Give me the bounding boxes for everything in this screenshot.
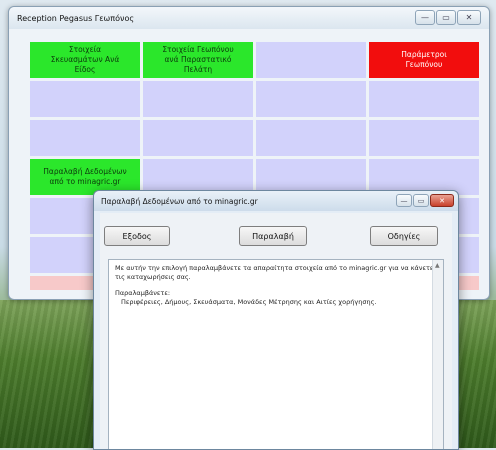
- info-text-line: τις καταχωρήσεις σας.: [115, 272, 191, 281]
- tile-empty[interactable]: [369, 81, 479, 117]
- tile-empty[interactable]: [256, 120, 366, 156]
- dialog-body: Εξοδος Παραλαβή Οδηγίες Με αυτήν την επι…: [100, 213, 452, 449]
- info-heading: Παραλαμβάνετε:: [115, 289, 171, 297]
- minimize-button[interactable]: —: [415, 10, 435, 25]
- info-items: Περιφέρειες, Δήμους, Σκευάσματα, Μονάδες…: [121, 297, 377, 306]
- close-button[interactable]: ✕: [457, 10, 481, 25]
- tile-label: Σκευασμάτων Ανά: [50, 55, 120, 64]
- tile-empty[interactable]: [30, 81, 140, 117]
- tile-label: Παράμετροι: [401, 50, 447, 59]
- receive-button[interactable]: Παραλαβή: [239, 226, 307, 246]
- tile-label: Πελάτη: [183, 65, 213, 74]
- tile-agronomist-parameters[interactable]: Παράμετροι Γεωπόνου: [369, 42, 479, 78]
- dialog-maximize-button[interactable]: ▭: [413, 194, 429, 207]
- maximize-button[interactable]: ▭: [436, 10, 456, 25]
- tile-label: από το minagric.gr: [49, 177, 121, 186]
- tile-label: Παραλαβή Δεδομένων: [43, 167, 127, 176]
- tile-product-data[interactable]: Στοιχεία Σκευασμάτων Ανά Είδος: [30, 42, 140, 78]
- tile-label: Είδος: [74, 65, 96, 74]
- tile-agronomist-data[interactable]: Στοιχεία Γεωπόνου ανά Παραστατικό Πελάτη: [143, 42, 253, 78]
- tile-empty[interactable]: [143, 120, 253, 156]
- tile-empty[interactable]: [143, 81, 253, 117]
- tile-empty[interactable]: [256, 81, 366, 117]
- tile-empty[interactable]: [256, 42, 366, 78]
- tile-empty[interactable]: [30, 120, 140, 156]
- info-text-line: Με αυτήν την επιλογή παραλαμβάνετε τα απ…: [115, 264, 434, 272]
- receive-data-dialog: Παραλαβή Δεδομένων από το minagric.gr — …: [93, 190, 459, 450]
- exit-button[interactable]: Εξοδος: [104, 226, 170, 246]
- dialog-title: Παραλαβή Δεδομένων από το minagric.gr: [101, 197, 258, 206]
- guide-button[interactable]: Οδηγίες: [370, 226, 438, 246]
- main-titlebar[interactable]: Reception Pegasus Γεωπόνος — ▭ ✕: [9, 7, 489, 29]
- main-window-title: Reception Pegasus Γεωπόνος: [17, 14, 135, 23]
- dialog-titlebar[interactable]: Παραλαβή Δεδομένων από το minagric.gr — …: [94, 191, 458, 211]
- dialog-minimize-button[interactable]: —: [396, 194, 412, 207]
- tile-empty[interactable]: [369, 120, 479, 156]
- tile-label: Στοιχεία Γεωπόνου: [162, 45, 234, 54]
- scroll-up-arrow-icon[interactable]: ▲: [435, 262, 440, 271]
- tile-label: Στοιχεία: [68, 45, 102, 54]
- dialog-close-button[interactable]: ✕: [430, 194, 454, 207]
- vertical-scrollbar[interactable]: ▲: [432, 260, 443, 449]
- info-textarea[interactable]: Με αυτήν την επιλογή παραλαμβάνετε τα απ…: [108, 259, 444, 449]
- tile-label: ανά Παραστατικό: [164, 55, 232, 64]
- tile-label: Γεωπόνου: [405, 60, 443, 69]
